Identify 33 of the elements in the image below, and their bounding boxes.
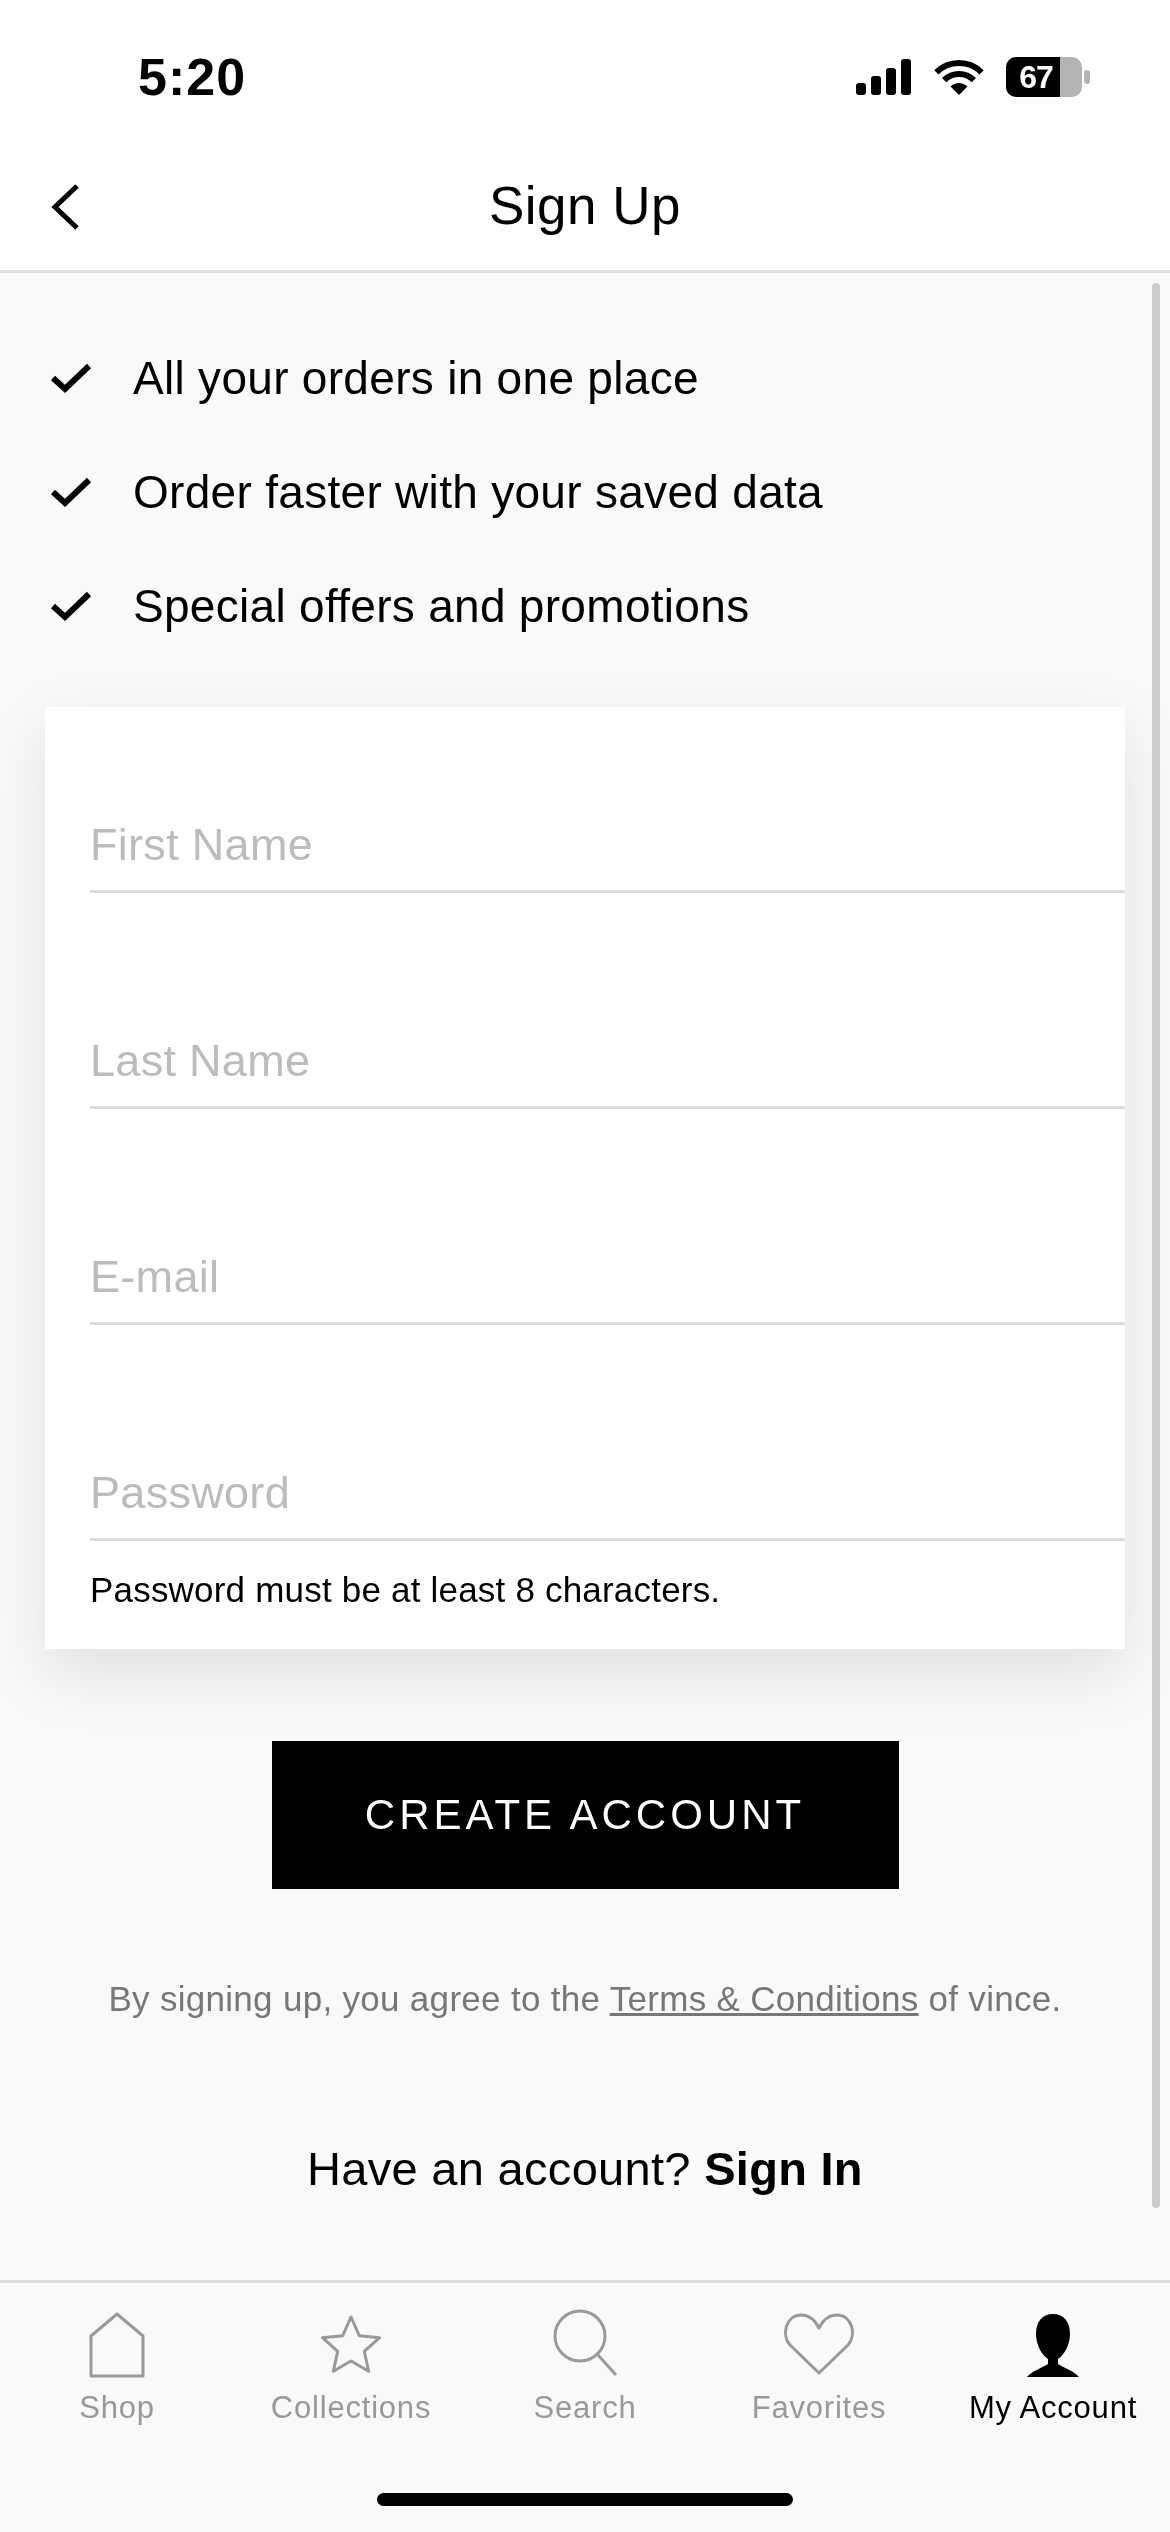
checkmark-icon	[50, 362, 92, 394]
star-icon	[318, 2314, 384, 2374]
battery-percentage: 67	[1018, 58, 1054, 97]
tab-item[interactable]: Collections	[234, 2308, 468, 2428]
last-name-field[interactable]: Last Name	[90, 1019, 1125, 1109]
battery-icon	[1006, 57, 1090, 97]
wifi-icon	[934, 58, 984, 96]
password-field[interactable]: Password	[90, 1451, 1125, 1541]
tab-item[interactable]: My Account	[936, 2308, 1170, 2428]
email-field[interactable]: E-mail	[90, 1235, 1125, 1325]
sign-in-link[interactable]: Sign In	[704, 2142, 863, 2195]
password-hint: Password must be at least 8 characters.	[90, 1569, 722, 1611]
create-account-button[interactable]: CREATE ACCOUNT	[271, 1741, 899, 1889]
benefit-text: All your orders in one place	[133, 351, 699, 405]
house-icon	[89, 2312, 145, 2378]
status-time: 5:20	[138, 47, 247, 107]
sign-in-prompt: Have an account? Sign In	[307, 2141, 863, 2197]
tab-item[interactable]: Shop	[0, 2308, 234, 2428]
checkmark-icon	[50, 476, 92, 508]
person-icon	[1026, 2312, 1080, 2378]
tab-item[interactable]: Search	[468, 2308, 702, 2428]
benefit-text: Special offers and promotions	[133, 579, 750, 633]
benefit-text: Order faster with your saved data	[133, 465, 823, 519]
search-icon	[552, 2308, 618, 2378]
checkmark-icon	[50, 590, 92, 622]
signal-icon	[856, 59, 912, 95]
terms-text: By signing up, you agree to the Terms & Conditions of vince.	[108, 1978, 1062, 2020]
heart-icon	[782, 2312, 856, 2376]
tab-item[interactable]: Favorites	[702, 2308, 936, 2428]
back-chevron-icon	[50, 183, 80, 231]
first-name-field[interactable]: First Name	[90, 803, 1125, 893]
page-title: Sign Up	[488, 174, 682, 236]
terms-link[interactable]: Terms & Conditions	[609, 1979, 919, 2018]
